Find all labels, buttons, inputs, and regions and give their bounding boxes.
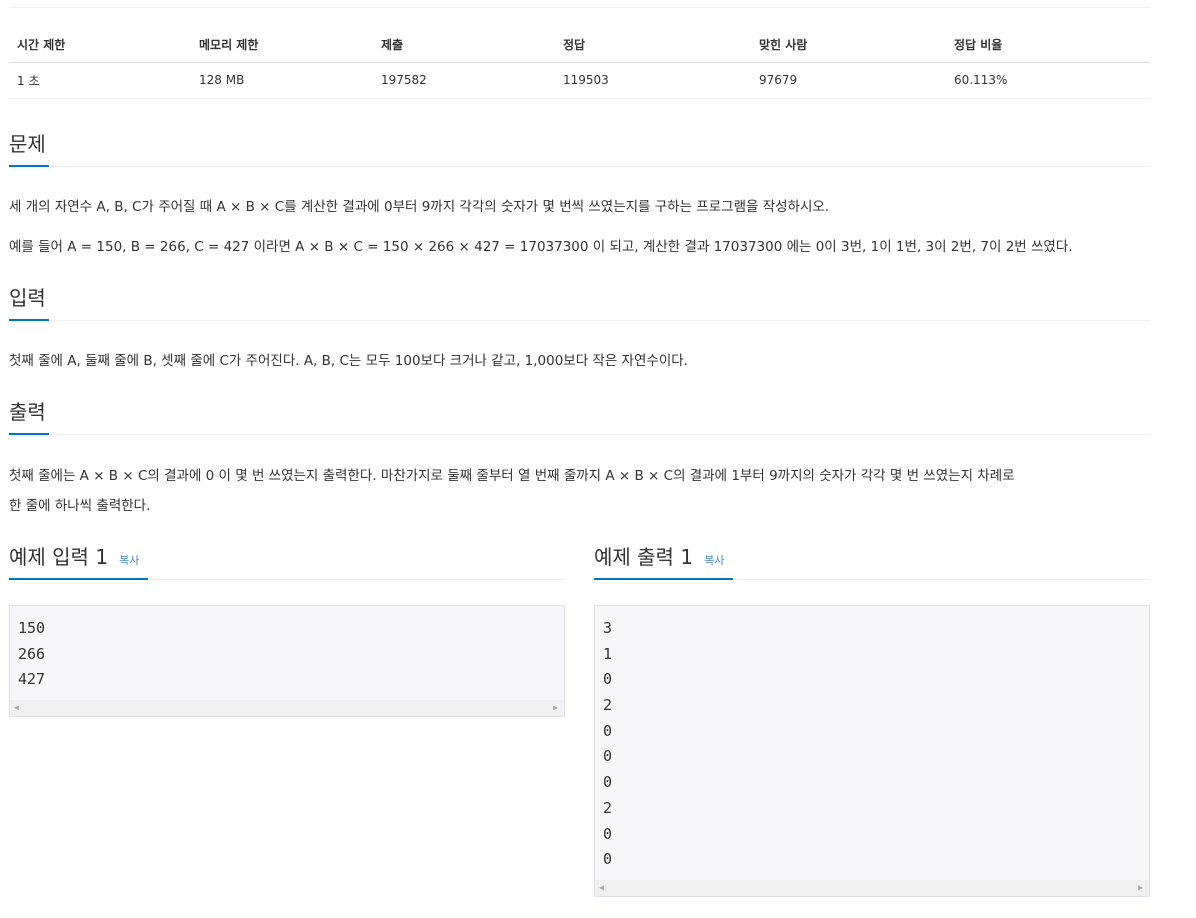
sample-input-copy-button[interactable]: 복사	[119, 554, 139, 567]
value-accepted: 119503	[555, 62, 751, 99]
value-accept-ratio: 60.113%	[946, 62, 1150, 99]
sample-output-headline: 예제 출력 1 복사	[594, 543, 1150, 580]
problem-description: 세 개의 자연수 A, B, C가 주어질 때 A × B × C를 계산한 결…	[9, 193, 1150, 221]
input-title: 입력	[9, 286, 46, 310]
sample-input-lines: 150 266 427	[10, 606, 564, 693]
sample-output-line: 2	[603, 798, 613, 817]
header-accepted: 정답	[555, 28, 751, 63]
input-description: 첫째 줄에 A, 둘째 줄에 B, 셋째 줄에 C가 주어진다. A, B, C…	[9, 347, 1150, 375]
problem-headline: 문제	[9, 130, 1150, 167]
sample-output-lines: 3 1 0 2 0 0 0 2 0 0	[595, 606, 1149, 873]
output-text-line-2: 한 줄에 하나씩 출력한다.	[9, 498, 151, 514]
top-divider	[9, 7, 1150, 8]
output-title: 출력	[9, 400, 46, 424]
value-memory-limit: 128 MB	[191, 62, 373, 99]
header-accept-ratio: 정답 비율	[946, 28, 1150, 63]
sample-output-title: 예제 출력 1	[594, 545, 694, 569]
problem-section: 문제	[9, 130, 1150, 167]
sample-output-scrollbar[interactable]: ◀ ▶	[595, 880, 1149, 896]
output-text-line-1: 첫째 줄에는 A × B × C의 결과에 0 이 몇 번 쓰였는지 출력한다.…	[9, 468, 1015, 484]
header-time-limit: 시간 제한	[9, 28, 191, 63]
sample-output-line: 0	[603, 670, 613, 689]
header-submissions: 제출	[373, 28, 555, 63]
scroll-right-arrow-icon[interactable]: ▶	[553, 700, 558, 716]
sample-output-line: 2	[603, 696, 613, 715]
output-section: 출력	[9, 398, 1150, 435]
problem-paragraph-2: 예를 들어 A = 150, B = 266, C = 427 이라면 A × …	[9, 239, 1073, 255]
input-text: 첫째 줄에 A, 둘째 줄에 B, 셋째 줄에 C가 주어진다. A, B, C…	[9, 353, 688, 369]
sample-output-section: 예제 출력 1 복사	[594, 543, 1150, 580]
sample-output-line: 3	[603, 619, 613, 637]
sample-input-box[interactable]: 150 266 427 ◀ ▶	[9, 605, 565, 717]
sample-input-line: 427	[18, 670, 46, 689]
sample-output-line: 0	[603, 721, 613, 740]
sample-output-line: 1	[603, 644, 613, 663]
info-value-row: 1 초 128 MB 197582 119503 97679 60.113%	[9, 62, 1150, 99]
input-headline: 입력	[9, 284, 1150, 321]
output-headline: 출력	[9, 398, 1150, 435]
problem-info-table: 시간 제한 메모리 제한 제출 정답 맞힌 사람 정답 비율 1 초 128 M…	[9, 28, 1150, 99]
sample-output-line: 0	[603, 850, 613, 869]
sample-output-title-underline	[594, 578, 733, 580]
scroll-left-arrow-icon[interactable]: ◀	[14, 700, 19, 716]
sample-output-copy-button[interactable]: 복사	[704, 554, 724, 567]
problem-page: 시간 제한 메모리 제한 제출 정답 맞힌 사람 정답 비율 1 초 128 M…	[0, 0, 1196, 918]
value-solved-users: 97679	[751, 62, 946, 99]
value-submissions: 197582	[373, 62, 555, 99]
output-description: 첫째 줄에는 A × B × C의 결과에 0 이 몇 번 쓰였는지 출력한다.…	[9, 461, 1150, 521]
sample-input-headline: 예제 입력 1 복사	[9, 543, 565, 580]
sample-output-line: 0	[603, 824, 613, 843]
input-title-underline	[9, 319, 49, 321]
sample-input-title-underline	[9, 578, 148, 580]
header-memory-limit: 메모리 제한	[191, 28, 373, 63]
sample-input-scrollbar[interactable]: ◀ ▶	[10, 700, 564, 716]
sample-input-line: 150	[18, 619, 46, 637]
sample-input-title: 예제 입력 1	[9, 545, 109, 569]
sample-input-line: 266	[18, 644, 46, 663]
input-section: 입력	[9, 284, 1150, 321]
header-solved-users: 맞힌 사람	[751, 28, 946, 63]
problem-paragraph-1: 세 개의 자연수 A, B, C가 주어질 때 A × B × C를 계산한 결…	[9, 199, 830, 215]
sample-output-box[interactable]: 3 1 0 2 0 0 0 2 0 0 ◀ ▶	[594, 605, 1150, 897]
problem-example: 예를 들어 A = 150, B = 266, C = 427 이라면 A × …	[9, 233, 1150, 261]
scroll-right-arrow-icon[interactable]: ▶	[1138, 880, 1143, 896]
info-header-row: 시간 제한 메모리 제한 제출 정답 맞힌 사람 정답 비율	[9, 28, 1150, 63]
problem-title: 문제	[9, 132, 46, 156]
sample-output-line: 0	[603, 773, 613, 792]
scroll-left-arrow-icon[interactable]: ◀	[599, 880, 604, 896]
sample-output-line: 0	[603, 747, 613, 766]
output-title-underline	[9, 433, 49, 435]
value-time-limit: 1 초	[9, 62, 191, 99]
problem-title-underline	[9, 165, 49, 167]
sample-input-section: 예제 입력 1 복사	[9, 543, 565, 580]
